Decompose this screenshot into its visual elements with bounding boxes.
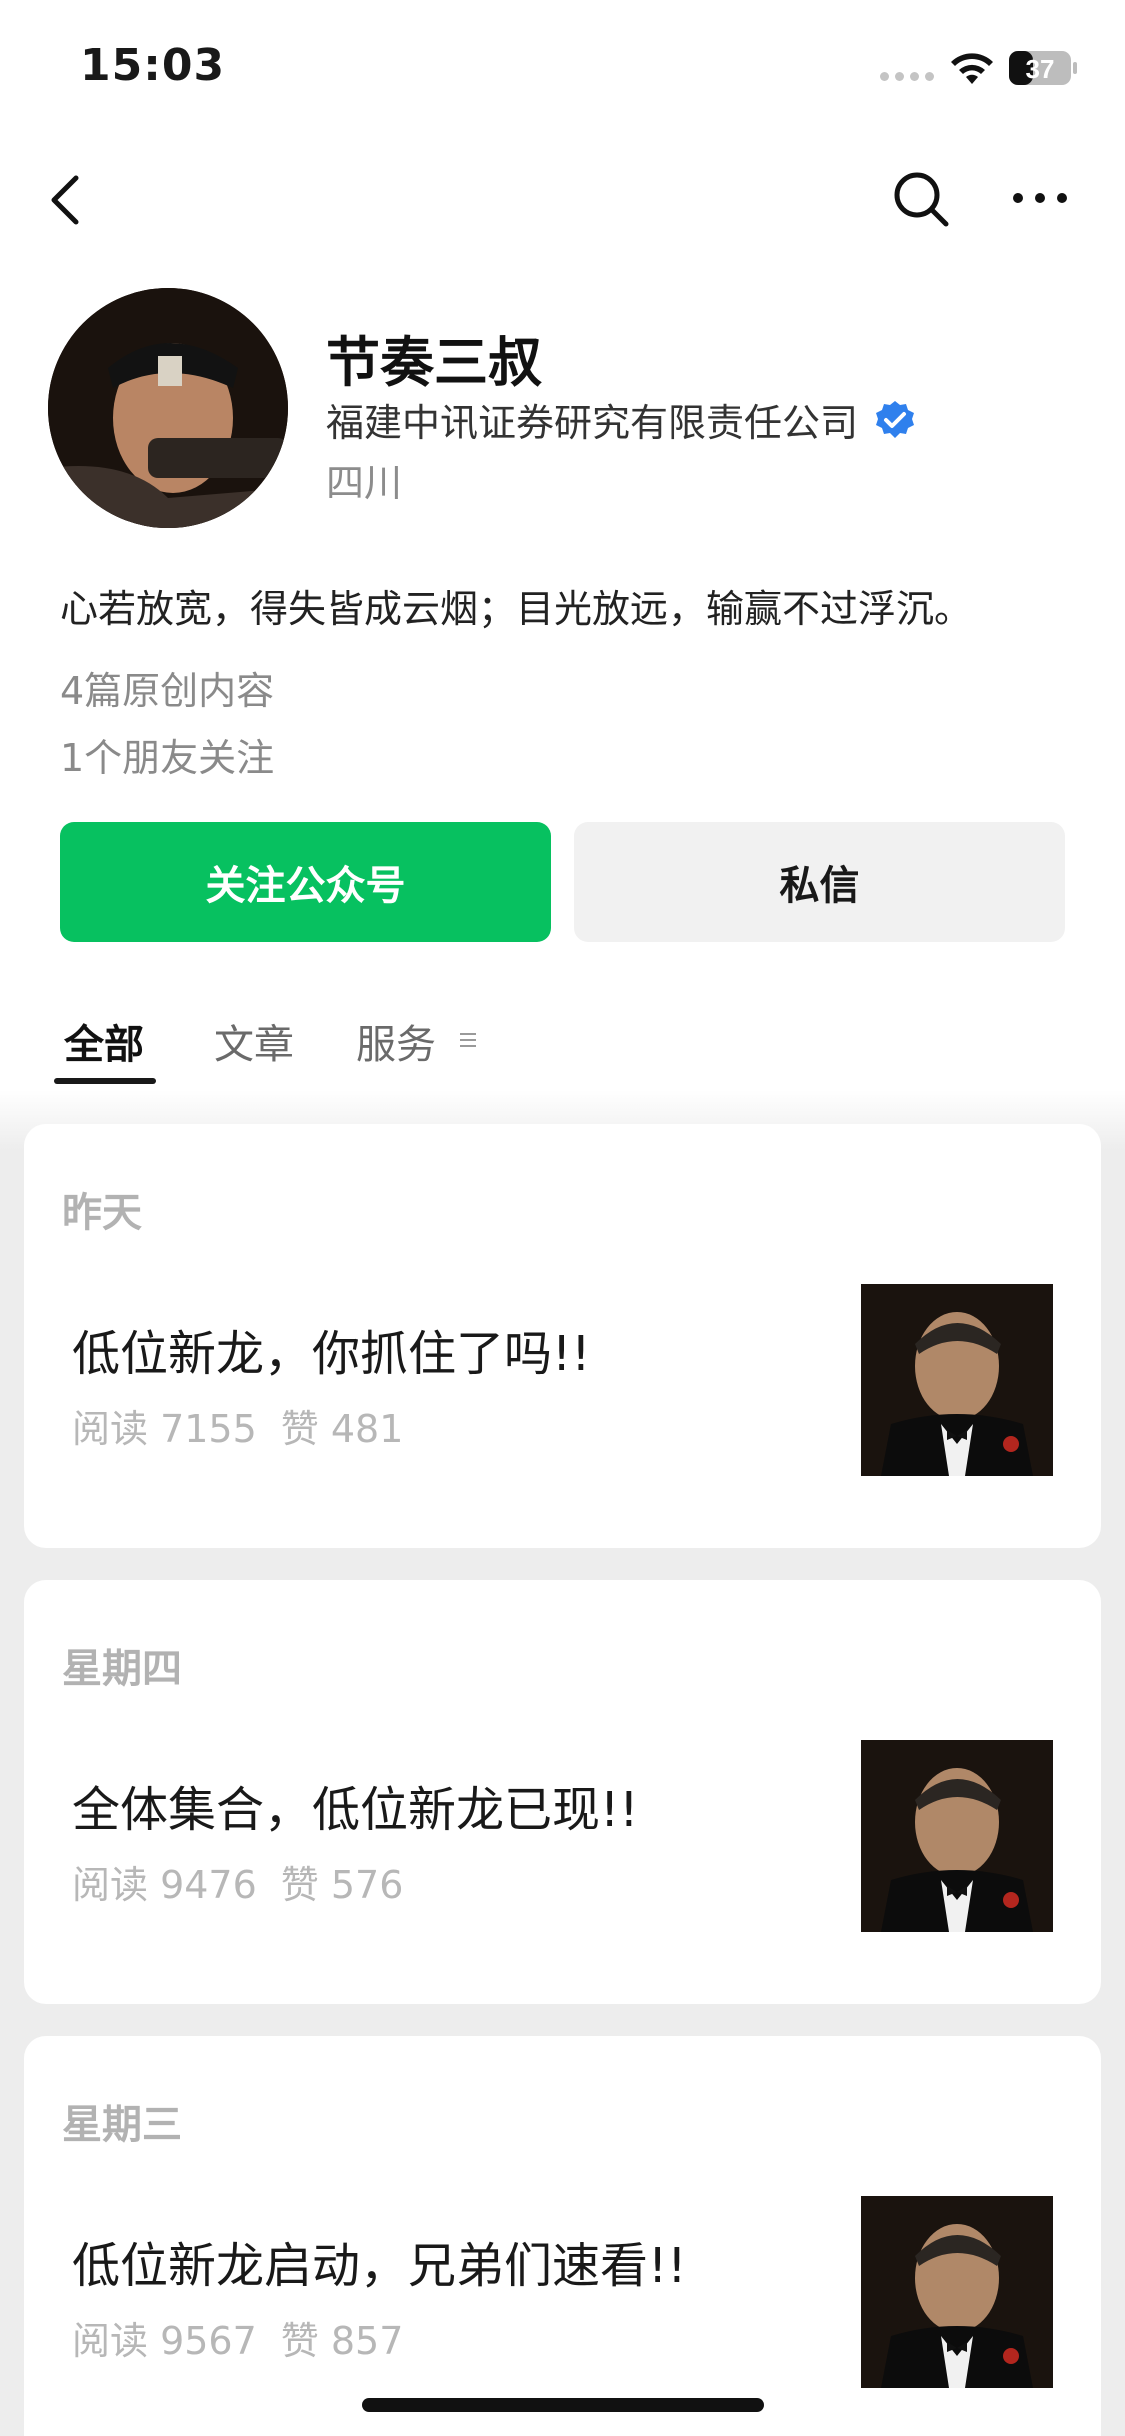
tab-bar: 全部 文章 服务	[0, 1000, 1125, 1090]
organization-name: 福建中讯证券研究有限责任公司	[326, 401, 859, 445]
battery-level: 37	[1026, 54, 1055, 84]
tab-all[interactable]: 全部	[64, 1012, 144, 1070]
tab-selected-indicator	[54, 1078, 156, 1084]
article-title[interactable]: 低位新龙启动，兄弟们速看!!	[72, 2226, 687, 2296]
article-card[interactable]: 星期三 低位新龙启动，兄弟们速看!! 阅读 9567 赞 857	[24, 2036, 1101, 2436]
article-stats: 阅读 7155 赞 481	[72, 1398, 403, 1453]
avatar-image	[48, 288, 288, 528]
battery-icon: 37	[1009, 51, 1077, 85]
article-card[interactable]: 星期四 全体集合，低位新龙已现!! 阅读 9476 赞 576	[24, 1580, 1101, 2004]
article-card[interactable]: 昨天 低位新龙，你抓住了吗!! 阅读 7155 赞 481	[24, 1124, 1101, 1548]
organization-row[interactable]: 福建中讯证券研究有限责任公司	[326, 392, 916, 447]
status-time: 15:03	[80, 40, 226, 91]
wifi-icon	[951, 53, 993, 84]
tab-articles[interactable]: 文章	[214, 1012, 294, 1070]
article-date: 星期四	[62, 1646, 182, 1692]
follow-button[interactable]: 关注公众号	[60, 822, 551, 942]
home-indicator[interactable]	[362, 2398, 764, 2412]
article-title[interactable]: 低位新龙，你抓住了吗!!	[72, 1314, 591, 1384]
region-label: 四川	[326, 461, 403, 505]
search-icon[interactable]	[890, 168, 952, 230]
navigation-bar	[0, 140, 1125, 260]
read-count: 阅读 9567	[72, 2319, 257, 2363]
like-count: 赞 857	[280, 2319, 404, 2363]
article-date: 星期三	[62, 2102, 182, 2148]
article-stats: 阅读 9567 赞 857	[72, 2310, 403, 2365]
read-count: 阅读 7155	[72, 1407, 257, 1451]
verified-badge-icon	[876, 400, 915, 438]
like-count: 赞 576	[280, 1863, 404, 1907]
avatar[interactable]	[48, 288, 288, 528]
account-profile-page: 15:03 37 节奏三叔 福建中讯证券研究有限责任公司 四川 心若放宽，得失皆…	[0, 0, 1125, 2436]
menu-icon[interactable]	[458, 1030, 478, 1050]
article-date: 昨天	[62, 1190, 142, 1236]
back-icon[interactable]	[42, 170, 92, 230]
message-button[interactable]: 私信	[574, 822, 1065, 942]
read-count: 阅读 9476	[72, 1863, 257, 1907]
signal-icon	[880, 72, 934, 81]
tab-services[interactable]: 服务	[356, 1012, 436, 1070]
friends-following[interactable]: 1个朋友关注	[60, 727, 274, 782]
article-title[interactable]: 全体集合，低位新龙已现!!	[72, 1770, 639, 1840]
like-count: 赞 481	[280, 1407, 404, 1451]
original-count[interactable]: 4篇原创内容	[60, 660, 274, 715]
account-name: 节奏三叔	[326, 331, 542, 394]
article-stats: 阅读 9476 赞 576	[72, 1854, 403, 1909]
article-thumbnail[interactable]	[861, 2196, 1053, 2388]
bio-text: 心若放宽，得失皆成云烟；目光放远，输赢不过浮沉。	[60, 587, 973, 631]
status-bar: 15:03 37	[0, 0, 1125, 140]
article-thumbnail[interactable]	[861, 1284, 1053, 1476]
article-thumbnail[interactable]	[861, 1740, 1053, 1932]
article-feed: 昨天 低位新龙，你抓住了吗!! 阅读 7155 赞 481 星期四 全体集合，低…	[0, 1090, 1125, 2436]
more-icon[interactable]	[1010, 180, 1070, 216]
